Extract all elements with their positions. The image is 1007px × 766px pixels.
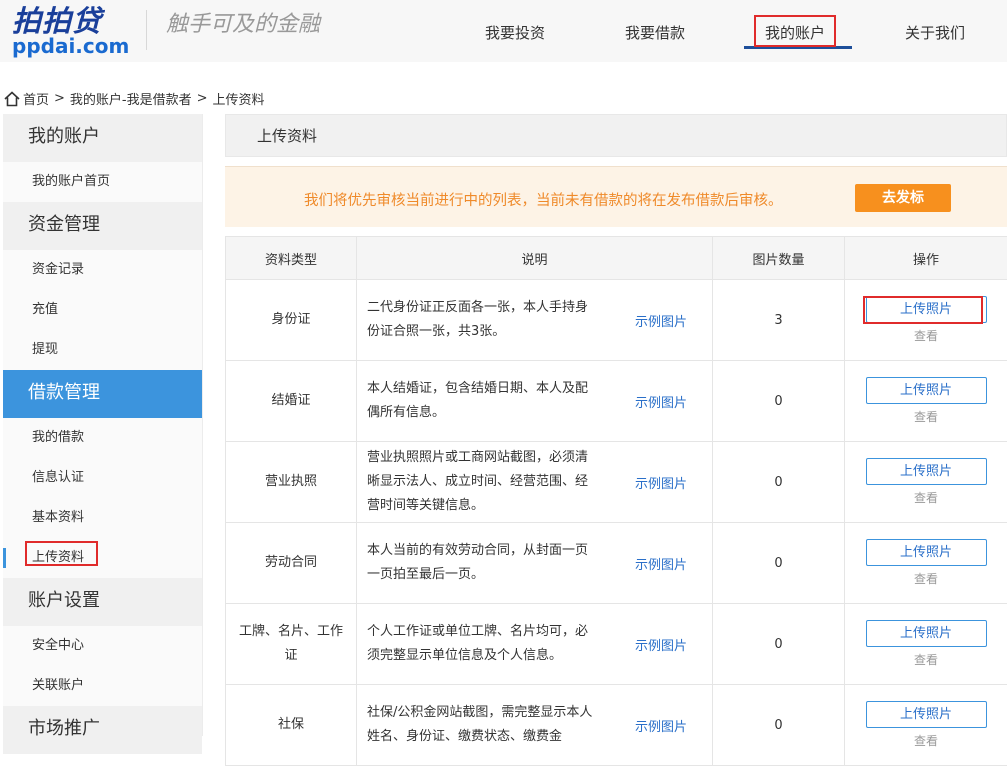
logo-domain: ppdai.com	[12, 37, 124, 55]
document-type: 结婚证	[226, 361, 357, 442]
logo-divider	[146, 10, 147, 50]
breadcrumb-my-account[interactable]: 我的账户-我是借款者	[70, 89, 192, 108]
home-icon[interactable]	[4, 91, 20, 107]
sidebar-item-recharge[interactable]: 充值	[3, 290, 202, 330]
breadcrumb: 首页 > 我的账户-我是借款者 > 上传资料	[4, 89, 265, 108]
sidebar-item-linked-accounts[interactable]: 关联账户	[3, 666, 202, 706]
site-header: 拍拍贷 ppdai.com 触手可及的金融 我要投资 我要借款 我的账户 关于我…	[0, 0, 1007, 62]
view-link[interactable]: 查看	[845, 732, 1007, 749]
image-count: 0	[713, 685, 845, 766]
table-row: 社保 社保/公积金网站截图，需完整显示本人姓名、身份证、缴费状态、缴费金 示例图…	[226, 685, 1007, 766]
document-type: 工牌、名片、工作证	[226, 604, 357, 685]
sample-image-link[interactable]: 示例图片	[635, 473, 687, 492]
page-title: 上传资料	[225, 114, 1007, 157]
table-row: 劳动合同 本人当前的有效劳动合同，从封面一页一页拍至最后一页。 示例图片 0 上…	[226, 523, 1007, 604]
table-row: 工牌、名片、工作证 个人工作证或单位工牌、名片均可，必须完整显示单位信息及个人信…	[226, 604, 1007, 685]
upload-photo-button[interactable]: 上传照片	[866, 458, 987, 485]
image-count: 0	[713, 361, 845, 442]
sample-image-link[interactable]: 示例图片	[635, 554, 687, 573]
nav-about-us[interactable]: 关于我们	[905, 22, 965, 43]
sidebar-item-basic-info[interactable]: 基本资料	[3, 498, 202, 538]
view-link[interactable]: 查看	[845, 489, 1007, 506]
breadcrumb-home[interactable]: 首页	[23, 89, 49, 108]
column-header-count: 图片数量	[713, 237, 845, 280]
upload-photo-button[interactable]: 上传照片	[866, 620, 987, 647]
view-link[interactable]: 查看	[845, 651, 1007, 668]
image-count: 0	[713, 523, 845, 604]
view-link[interactable]: 查看	[845, 327, 1007, 344]
highlight-box	[25, 541, 98, 566]
document-description: 营业执照照片或工商网站截图，必须清晰显示法人、成立时间、经营范围、经营时间等关键…	[367, 446, 595, 518]
document-type: 社保	[226, 685, 357, 766]
upload-photo-button[interactable]: 上传照片	[866, 701, 987, 728]
image-count: 0	[713, 604, 845, 685]
nav-borrow[interactable]: 我要借款	[625, 22, 685, 43]
slogan: 触手可及的金融	[166, 6, 320, 38]
document-description: 社保/公积金网站截图，需完整显示本人姓名、身份证、缴费状态、缴费金	[367, 701, 595, 749]
document-description: 本人结婚证，包含结婚日期、本人及配偶所有信息。	[367, 377, 595, 425]
view-link[interactable]: 查看	[845, 570, 1007, 587]
highlight-box	[863, 296, 983, 324]
image-count: 3	[713, 280, 845, 361]
sidebar-item-withdraw[interactable]: 提现	[3, 330, 202, 370]
sidebar-group-my-account[interactable]: 我的账户	[3, 114, 202, 162]
document-description: 个人工作证或单位工牌、名片均可，必须完整显示单位信息及个人信息。	[367, 620, 595, 668]
notice-banner: 我们将优先审核当前进行中的列表，当前未有借款的将在发布借款后审核。 去发标	[225, 166, 1007, 227]
table-header-row: 资料类型 说明 图片数量 操作	[226, 237, 1007, 280]
upload-photo-button[interactable]: 上传照片	[866, 539, 987, 566]
column-header-description: 说明	[357, 237, 713, 280]
sidebar-item-fund-records[interactable]: 资金记录	[3, 250, 202, 290]
highlight-box	[754, 15, 836, 47]
breadcrumb-current: 上传资料	[213, 89, 265, 108]
column-header-action: 操作	[845, 237, 1007, 280]
sample-image-link[interactable]: 示例图片	[635, 311, 687, 330]
sidebar-item-account-home[interactable]: 我的账户首页	[3, 162, 202, 202]
notice-text: 我们将优先审核当前进行中的列表，当前未有借款的将在发布借款后审核。	[304, 189, 783, 210]
upload-photo-button[interactable]: 上传照片	[866, 377, 987, 404]
document-type: 劳动合同	[226, 523, 357, 604]
document-description: 二代身份证正反面各一张，本人手持身份证合照一张，共3张。	[367, 296, 595, 344]
document-type: 营业执照	[226, 442, 357, 523]
sidebar-group-loans[interactable]: 借款管理	[3, 370, 202, 418]
document-type: 身份证	[226, 280, 357, 361]
sidebar-group-settings[interactable]: 账户设置	[3, 578, 202, 626]
document-description: 本人当前的有效劳动合同，从封面一页一页拍至最后一页。	[367, 539, 595, 587]
logo-text: 拍拍贷	[12, 5, 124, 37]
sidebar-item-security[interactable]: 安全中心	[3, 626, 202, 666]
sidebar-item-my-loans[interactable]: 我的借款	[3, 418, 202, 458]
breadcrumb-separator: >	[197, 91, 208, 106]
main-panel: 上传资料 我们将优先审核当前进行中的列表，当前未有借款的将在发布借款后审核。 去…	[225, 114, 1007, 736]
view-link[interactable]: 查看	[845, 408, 1007, 425]
publish-loan-button[interactable]: 去发标	[855, 184, 951, 212]
breadcrumb-separator: >	[54, 91, 65, 106]
sidebar-group-promotion[interactable]: 市场推广	[3, 706, 202, 754]
sample-image-link[interactable]: 示例图片	[635, 635, 687, 654]
sidebar-group-funds[interactable]: 资金管理	[3, 202, 202, 250]
sidebar: 我的账户 我的账户首页 资金管理 资金记录 充值 提现 借款管理 我的借款 信息…	[3, 114, 203, 736]
sidebar-item-verification[interactable]: 信息认证	[3, 458, 202, 498]
image-count: 0	[713, 442, 845, 523]
sample-image-link[interactable]: 示例图片	[635, 392, 687, 411]
table-row: 营业执照 营业执照照片或工商网站截图，必须清晰显示法人、成立时间、经营范围、经营…	[226, 442, 1007, 523]
sample-image-link[interactable]: 示例图片	[635, 716, 687, 735]
site-logo[interactable]: 拍拍贷 ppdai.com	[12, 5, 124, 55]
table-row: 结婚证 本人结婚证，包含结婚日期、本人及配偶所有信息。 示例图片 0 上传照片 …	[226, 361, 1007, 442]
column-header-type: 资料类型	[226, 237, 357, 280]
nav-invest[interactable]: 我要投资	[485, 22, 545, 43]
